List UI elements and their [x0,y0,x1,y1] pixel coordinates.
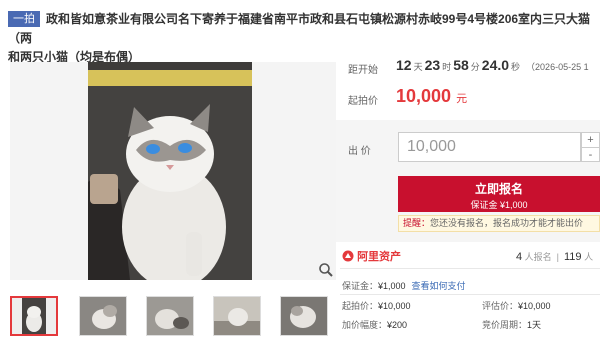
participant-counts: 4 人报名 | 119 人 [516,251,594,263]
thumbnail-5[interactable] [280,296,328,336]
start-price: 10,000 元 [396,86,467,107]
auction-info-panel: 阿里资产 4 人报名 | 119 人 保证金：¥1,000 查看如何支付 起拍价：… [336,244,600,360]
reminder-text: 您还没有报名，报名成功才能才能出价 [430,218,584,228]
main-photo[interactable] [10,62,336,280]
thumbnail-4[interactable] [213,296,261,336]
signup-label: 立即报名 [474,182,523,196]
thumbnail-2[interactable] [79,296,127,336]
cat-photo [10,62,336,280]
signup-button[interactable]: 立即报名 保证金 ¥1,000 [398,176,600,212]
bid-stepper: + - [581,132,600,162]
auction-type-tag: 一拍 [8,11,40,27]
start-price-unit: 元 [456,93,468,105]
platform-logo[interactable]: 阿里资产 [342,248,401,264]
bid-label: 出 价 [348,146,371,157]
thumbnail-strip [10,296,340,340]
payment-help-link[interactable]: 查看如何支付 [412,281,466,291]
countdown-timer: 12 天 23 时 58 分 24.0 秒（2026-05-25 1 [396,57,589,73]
deposit-note: 保证金 ¥1,000 [470,200,528,210]
thumbnail-1[interactable] [10,296,58,336]
start-price-label: 起拍价 [348,96,378,107]
period-row: 竞价周期：1天 [482,320,542,330]
zoom-icon[interactable] [318,262,334,278]
viewer-count: 119 [564,251,582,263]
start-date: （2026-05-25 1 [526,62,589,72]
reminder-bar: 提醒：您还没有报名，报名成功才能才能出价 [398,215,600,232]
deposit-row: 保证金：¥1,000 查看如何支付 [342,281,466,291]
countdown-seconds: 24.0 [481,57,510,73]
divider [340,294,600,295]
reminder-label: 提醒： [403,218,431,228]
countdown-days: 12 [396,57,412,73]
decrease-button[interactable]: - [582,147,599,162]
divider [340,268,600,269]
evaluation-row: 评估价：¥10,000 [482,301,551,311]
countdown-hours: 23 [424,57,441,73]
increment-row: 加价幅度：¥200 [342,320,408,330]
start-price-value: 10,000 [396,86,452,106]
countdown-label: 距开始 [348,65,378,76]
auction-status-panel: 距开始 12 天 23 时 58 分 24.0 秒（2026-05-25 1 起拍价 10,0… [336,48,600,118]
signup-count: 4 [516,251,523,263]
bid-panel: 出 价 10,000 + - 立即报名 保证金 ¥1,000 提醒：您还没有报名… [336,120,600,242]
start-price-row: 起拍价：¥10,000 [342,301,411,311]
countdown-minutes: 58 [453,57,469,73]
title-line-1: 政和皆如意茶业有限公司名下寄养于福建省南平市政和县石屯镇松源村赤岐99号4号楼2… [8,12,591,45]
ali-logo-icon [342,250,354,262]
increase-button[interactable]: + [582,133,599,147]
bid-input[interactable]: 10,000 [398,132,581,162]
thumbnail-3[interactable] [146,296,194,336]
